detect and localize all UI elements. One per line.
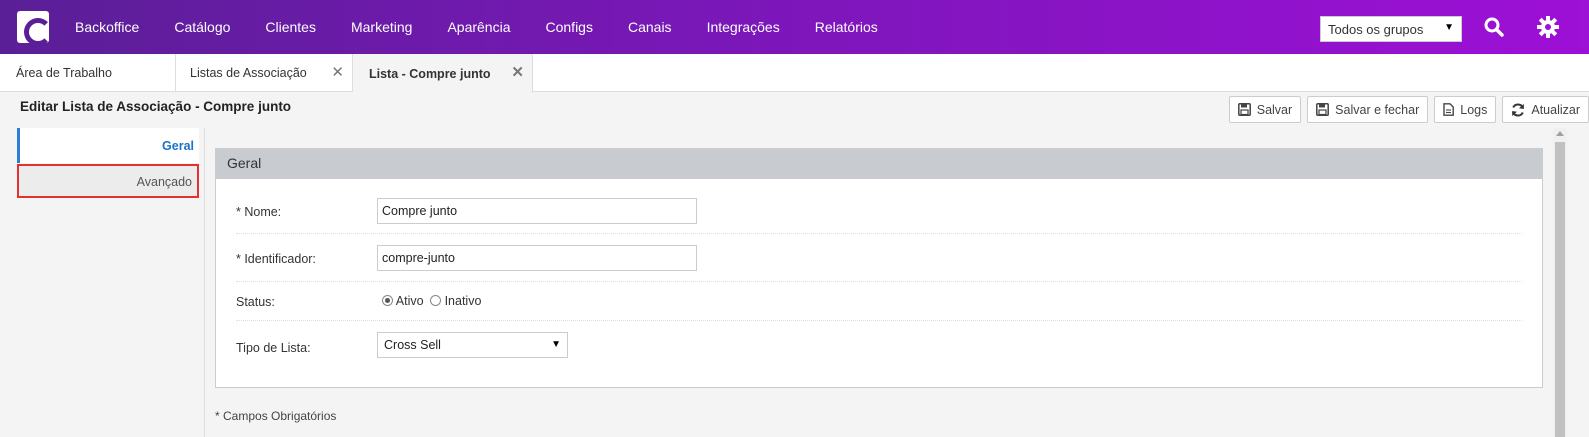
nav-item-catalogo[interactable]: Catálogo: [174, 19, 230, 35]
tab-label: Lista - Compre junto: [369, 66, 491, 81]
tab-listas-de-associacao[interactable]: Listas de Associação ✕: [176, 54, 353, 92]
status-active-radio[interactable]: [382, 295, 393, 306]
nav-item-marketing[interactable]: Marketing: [351, 19, 412, 35]
form-row-identifier: * Identificador: compre-junto: [236, 234, 1522, 282]
nav-item-relatorios[interactable]: Relatórios: [815, 19, 878, 35]
required-fields-note: * Campos Obrigatórios: [215, 409, 337, 423]
status-inactive-radio[interactable]: [430, 295, 442, 306]
chevron-down-icon: ▼: [551, 339, 561, 350]
identifier-input[interactable]: compre-junto: [377, 245, 697, 271]
group-select-value: Todos os grupos: [1328, 22, 1424, 37]
refresh-button[interactable]: Atualizar: [1502, 96, 1589, 123]
form-row-list-type: Tipo de Lista: Cross Sell ▼: [236, 321, 1522, 371]
name-label: * Nome:: [236, 205, 282, 219]
nav-item-integracoes[interactable]: Integrações: [707, 19, 780, 35]
logs-button[interactable]: Logs: [1434, 96, 1497, 123]
chevron-down-icon: ▼: [1444, 22, 1454, 33]
sidebar-item-label: Geral: [162, 139, 194, 153]
save-close-label: Salvar e fechar: [1335, 102, 1420, 117]
refresh-label: Atualizar: [1531, 102, 1580, 117]
scroll-thumb[interactable]: [1555, 142, 1565, 437]
logs-label: Logs: [1460, 102, 1488, 117]
tab-label: Listas de Associação: [190, 66, 307, 80]
list-type-label: Tipo de Lista:: [236, 341, 311, 355]
toolbar: Salvar Salvar e fechar Logs Atualizar: [1223, 96, 1589, 123]
search-icon[interactable]: [1484, 17, 1504, 37]
form-row-name: * Nome: Compre junto: [236, 187, 1522, 234]
list-type-value: Cross Sell: [384, 338, 441, 352]
nav-item-aparencia[interactable]: Aparência: [447, 19, 510, 35]
floppy-icon: [1237, 103, 1251, 116]
list-type-select[interactable]: Cross Sell ▼: [377, 332, 568, 358]
gear-icon[interactable]: [1537, 16, 1559, 38]
refresh-icon: [1512, 102, 1525, 117]
nav-item-configs[interactable]: Configs: [546, 19, 593, 35]
name-input[interactable]: Compre junto: [377, 198, 697, 224]
logo-icon[interactable]: [17, 11, 52, 46]
sidebar-item-geral[interactable]: Geral: [17, 128, 199, 163]
nav-item-backoffice[interactable]: Backoffice: [75, 19, 139, 35]
scroll-up-icon[interactable]: [1556, 131, 1564, 136]
status-radio-group: Ativo Inativo: [382, 294, 481, 308]
tab-lista-compre-junto[interactable]: Lista - Compre junto ✕: [353, 54, 533, 93]
sidebar: Geral Avançado: [0, 128, 205, 437]
status-active-label: Ativo: [395, 294, 424, 308]
status-inactive-label: Inativo: [444, 294, 482, 308]
tab-bar: Área de Trabalho Listas de Associação ✕ …: [0, 54, 1589, 93]
document-icon: [1443, 103, 1455, 116]
general-panel: Geral * Nome: Compre junto * Identificad…: [215, 148, 1543, 388]
close-icon[interactable]: ✕: [331, 63, 344, 81]
sidebar-item-label: Avançado: [136, 175, 192, 189]
panel-title: Geral: [216, 149, 1542, 179]
sidebar-item-avancado[interactable]: Avançado: [17, 164, 199, 198]
save-close-button[interactable]: Salvar e fechar: [1307, 96, 1429, 123]
page-title: Editar Lista de Associação - Compre junt…: [20, 99, 292, 114]
status-label: Status:: [236, 295, 275, 309]
nav-item-clientes[interactable]: Clientes: [265, 19, 316, 35]
tab-label: Área de Trabalho: [16, 66, 112, 80]
save-label: Salvar: [1256, 102, 1293, 117]
top-navbar: Backoffice Catálogo Clientes Marketing A…: [0, 0, 1589, 54]
nav-item-canais[interactable]: Canais: [628, 19, 672, 35]
form-row-status: Status: Ativo Inativo: [236, 282, 1522, 321]
identifier-label: * Identificador:: [236, 252, 316, 266]
close-icon[interactable]: ✕: [511, 63, 524, 81]
vertical-scrollbar[interactable]: [1553, 128, 1567, 437]
tab-area-de-trabalho[interactable]: Área de Trabalho: [0, 54, 176, 92]
main-nav: Backoffice Catálogo Clientes Marketing A…: [75, 0, 913, 54]
floppy-icon: [1316, 103, 1330, 116]
group-select[interactable]: Todos os grupos ▼: [1320, 16, 1462, 42]
save-button[interactable]: Salvar: [1228, 96, 1302, 123]
